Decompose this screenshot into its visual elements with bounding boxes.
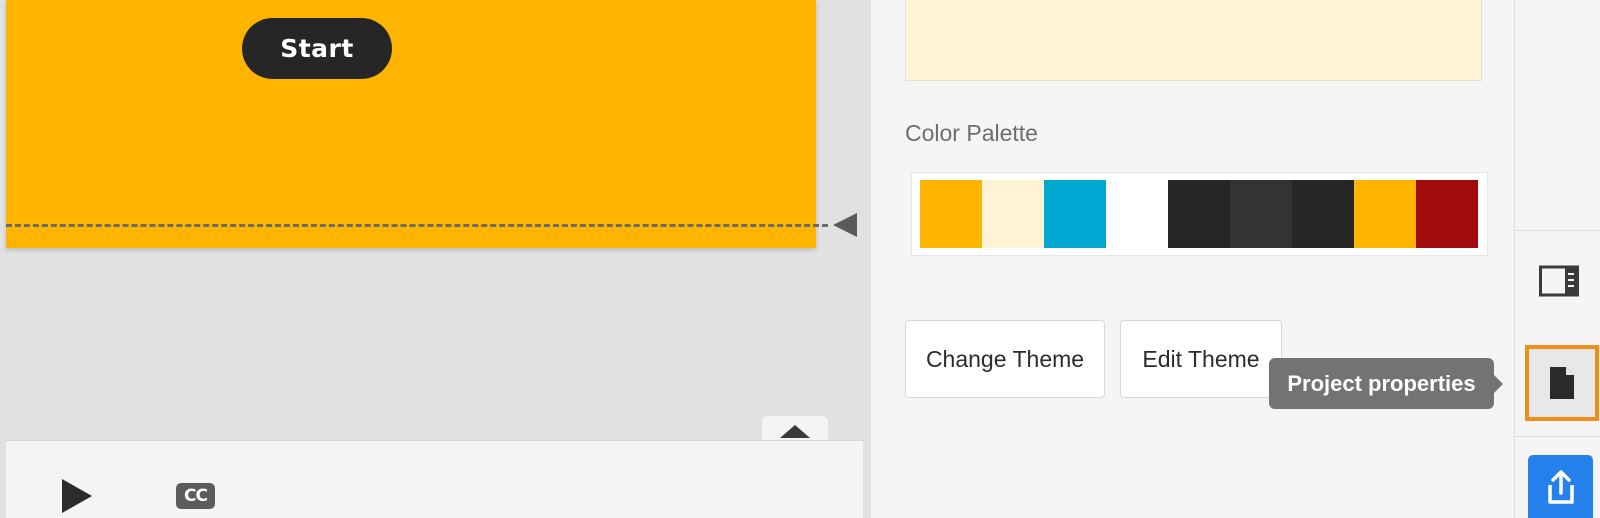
- safe-area-guide: [6, 224, 828, 227]
- project-properties-tooltip: Project properties: [1269, 358, 1503, 409]
- layout-panel-icon: [1539, 265, 1579, 297]
- palette-swatch[interactable]: [1292, 180, 1354, 248]
- palette-swatch[interactable]: [1168, 180, 1230, 248]
- panel-divider[interactable]: [863, 0, 871, 518]
- slide-preview[interactable]: Start: [6, 0, 816, 248]
- publish-button[interactable]: [1528, 455, 1593, 518]
- chevron-up-icon: [780, 425, 810, 438]
- palette-swatch[interactable]: [1230, 180, 1292, 248]
- color-palette-label: Color Palette: [905, 120, 1038, 146]
- document-icon: [1550, 367, 1574, 399]
- palette-swatch[interactable]: [1354, 180, 1416, 248]
- collapse-timeline-button[interactable]: [762, 416, 828, 442]
- timeline-bar: [6, 440, 863, 518]
- change-theme-button[interactable]: Change Theme: [905, 320, 1105, 398]
- palette-swatch[interactable]: [982, 180, 1044, 248]
- right-toolbar: [1514, 0, 1600, 518]
- project-properties-button[interactable]: [1525, 345, 1599, 421]
- palette-swatch[interactable]: [1106, 180, 1168, 248]
- stage-canvas: Start: [0, 0, 870, 440]
- guide-handle-icon[interactable]: [833, 213, 857, 237]
- color-palette[interactable]: [911, 172, 1488, 256]
- start-button[interactable]: Start: [242, 18, 392, 79]
- toolbar-separator: [1515, 230, 1600, 231]
- closed-captions-button[interactable]: CC: [176, 483, 215, 509]
- edit-theme-button[interactable]: Edit Theme: [1120, 320, 1282, 398]
- play-icon[interactable]: [62, 479, 92, 513]
- palette-swatch[interactable]: [920, 180, 982, 248]
- properties-panel: Color Palette Change Theme Edit Theme: [871, 0, 1514, 518]
- theme-preview-swatch: [905, 0, 1482, 81]
- layout-panel-button[interactable]: [1528, 250, 1590, 312]
- palette-swatch[interactable]: [1416, 180, 1478, 248]
- palette-swatch[interactable]: [1044, 180, 1106, 248]
- publish-icon: [1547, 469, 1574, 504]
- toolbar-separator: [1515, 436, 1600, 437]
